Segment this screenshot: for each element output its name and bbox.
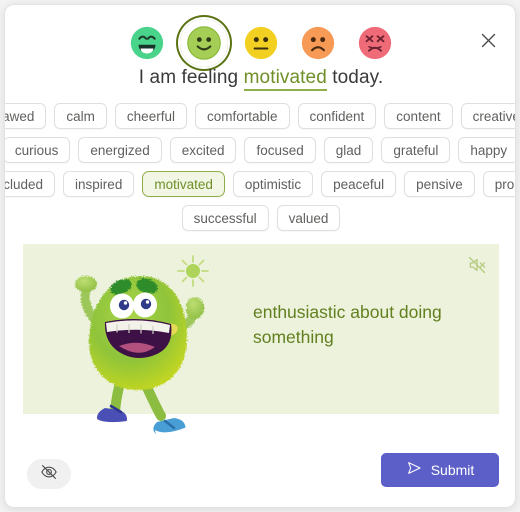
chip-row: awed calm cheerful comfortable confident… [5, 103, 515, 129]
chip-creative[interactable]: creative [460, 103, 515, 129]
chip-glad[interactable]: glad [323, 137, 374, 163]
chip-row: successful valued [19, 205, 503, 231]
mood-scale [5, 19, 515, 67]
shoe-right [153, 418, 188, 439]
chip-confident[interactable]: confident [297, 103, 377, 129]
monster-mouth [104, 318, 172, 359]
monster-eyes [110, 292, 157, 319]
mood-option-distressed[interactable] [351, 19, 399, 67]
chip-focused[interactable]: focused [244, 137, 316, 163]
chip-successful[interactable]: successful [181, 205, 269, 231]
chip-excited[interactable]: excited [169, 137, 237, 163]
eye-slash-icon [40, 463, 58, 486]
chip-happy[interactable]: happy [458, 137, 515, 163]
chip-energized[interactable]: energized [78, 137, 162, 163]
emoji-face-sad [301, 26, 335, 60]
chip-row: curious energized excited focused glad g… [5, 137, 515, 163]
mood-option-very-happy[interactable] [123, 19, 171, 67]
chip-optimistic[interactable]: optimistic [232, 171, 314, 197]
sparkle-icon [177, 255, 209, 287]
chip-inspired[interactable]: inspired [63, 171, 135, 197]
emoji-face-neutral [244, 26, 278, 60]
chip-curious[interactable]: curious [5, 137, 71, 163]
chip-content[interactable]: content [384, 103, 453, 129]
mood-option-happy[interactable] [180, 19, 228, 67]
sentence-selected-word: motivated [243, 67, 327, 91]
chip-pensive[interactable]: pensive [404, 171, 475, 197]
mood-picker-dialog: I am feeling motivated today. awed calm … [4, 4, 516, 508]
sentence-suffix: today. [326, 67, 384, 88]
monster-illustration [45, 238, 235, 439]
hide-toggle-button[interactable] [27, 459, 71, 489]
chip-motivated[interactable]: motivated [142, 171, 225, 197]
chip-awed[interactable]: awed [5, 103, 47, 129]
chip-row: included inspired motivated optimistic p… [5, 171, 515, 197]
feeling-sentence: I am feeling motivated today. [5, 67, 515, 91]
emoji-face-happy [187, 26, 221, 60]
chip-comfortable[interactable]: comfortable [194, 103, 290, 129]
submit-button[interactable]: Submit [381, 453, 499, 487]
definition-text: enthusiastic about doing something [253, 302, 442, 347]
submit-button-label: Submit [430, 462, 475, 478]
chip-calm[interactable]: calm [54, 103, 107, 129]
shoe-left [95, 404, 127, 427]
speaker-muted-icon[interactable] [467, 255, 487, 275]
emoji-face-very-happy [130, 26, 164, 60]
send-icon [406, 460, 422, 481]
chip-grateful[interactable]: grateful [381, 137, 451, 163]
emoji-face-distressed [358, 26, 392, 60]
chip-peaceful[interactable]: peaceful [321, 171, 397, 197]
feeling-chip-list: awed calm cheerful comfortable confident… [5, 103, 515, 239]
definition-card: enthusiastic about doing something [23, 244, 499, 439]
chip-included[interactable]: included [5, 171, 56, 197]
chip-proud[interactable]: proud [482, 171, 515, 197]
mood-option-sad[interactable] [294, 19, 342, 67]
mood-option-neutral[interactable] [237, 19, 285, 67]
chip-valued[interactable]: valued [276, 205, 341, 231]
chip-cheerful[interactable]: cheerful [114, 103, 187, 129]
dialog-footer: Submit [5, 445, 515, 507]
sentence-prefix: I am feeling [138, 67, 244, 88]
